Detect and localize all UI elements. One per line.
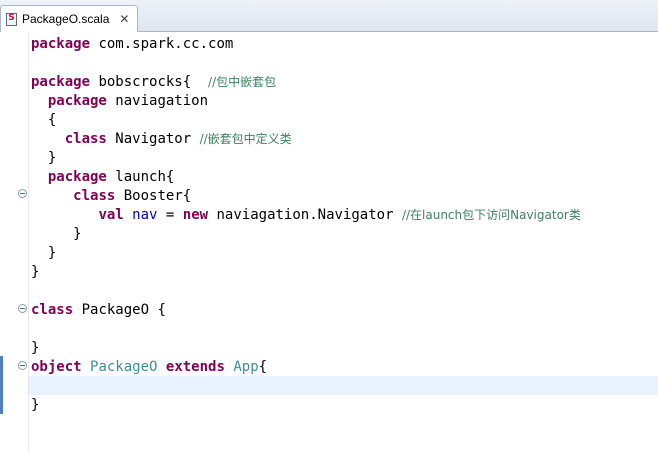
code-line: class Navigator //嵌套包中定义类 <box>31 130 581 149</box>
code-token: } <box>31 245 57 261</box>
code-token: launch{ <box>106 169 175 185</box>
code-text[interactable]: package com.spark.cc.com package bobscro… <box>31 35 581 415</box>
code-token: package <box>47 93 107 109</box>
code-token: { <box>31 112 57 128</box>
code-line: object PackageO extends App{ <box>31 358 581 377</box>
code-line: } <box>31 244 581 263</box>
code-token: com.spark.cc.com <box>90 36 234 52</box>
code-token: class <box>64 131 107 147</box>
code-line: package launch{ <box>31 168 581 187</box>
code-token: val <box>98 207 124 223</box>
scala-file-icon: S <box>6 12 17 26</box>
code-token: { <box>258 359 268 375</box>
code-line: } <box>31 149 581 168</box>
code-token: package <box>31 74 91 90</box>
change-bar <box>0 356 3 414</box>
code-token: } <box>31 226 82 242</box>
code-token: } <box>31 264 40 280</box>
code-token: class <box>73 188 116 204</box>
tab-title: PackageO.scala <box>22 12 110 26</box>
code-token: class <box>31 302 74 318</box>
code-token: bobscrocks{ <box>90 74 209 90</box>
fold-toggle-icon[interactable] <box>18 304 27 313</box>
code-line: package naviagation <box>31 92 581 111</box>
code-token: //包中嵌套包 <box>208 75 277 89</box>
code-line: class PackageO { <box>31 301 581 320</box>
code-token: //嵌套包中定义类 <box>199 132 292 146</box>
editor-ruler <box>0 32 29 452</box>
code-token: new <box>182 207 209 223</box>
code-line: } <box>31 396 581 415</box>
code-line: package bobscrocks{ //包中嵌套包 <box>31 73 581 92</box>
code-token: naviagation <box>106 93 209 109</box>
code-token: nav <box>132 207 158 223</box>
code-token: Navigator <box>106 131 200 147</box>
code-token: object <box>31 359 82 375</box>
code-token: package <box>31 36 91 52</box>
code-token: = <box>157 207 183 223</box>
code-token: } <box>31 397 40 413</box>
code-line: } <box>31 263 581 282</box>
code-line: val nav = new naviagation.Navigator //在l… <box>31 206 581 225</box>
code-line: class Booster{ <box>31 187 581 206</box>
fold-toggle-icon[interactable] <box>18 361 27 370</box>
close-icon[interactable]: ✕ <box>118 12 130 26</box>
code-editor[interactable]: package com.spark.cc.com package bobscro… <box>0 32 658 452</box>
code-token: //在launch包下访问Navigator类 <box>401 208 581 222</box>
code-line: } <box>31 339 581 358</box>
code-token: package <box>47 169 107 185</box>
code-token: PackageO <box>90 359 158 375</box>
code-token: App <box>233 359 259 375</box>
code-token: naviagation.Navigator <box>208 207 402 223</box>
code-line: package com.spark.cc.com <box>31 35 581 54</box>
code-line: { <box>31 111 581 130</box>
code-token: PackageO { <box>73 302 166 318</box>
tab-packageo-scala[interactable]: S PackageO.scala ✕ <box>0 5 138 32</box>
code-line: } <box>31 225 581 244</box>
code-token: } <box>31 340 40 356</box>
code-token: } <box>31 150 57 166</box>
fold-toggle-icon[interactable] <box>18 189 27 198</box>
code-token: extends <box>165 359 225 375</box>
editor-tab-bar: S PackageO.scala ✕ <box>0 0 658 32</box>
code-token: Booster{ <box>115 188 192 204</box>
